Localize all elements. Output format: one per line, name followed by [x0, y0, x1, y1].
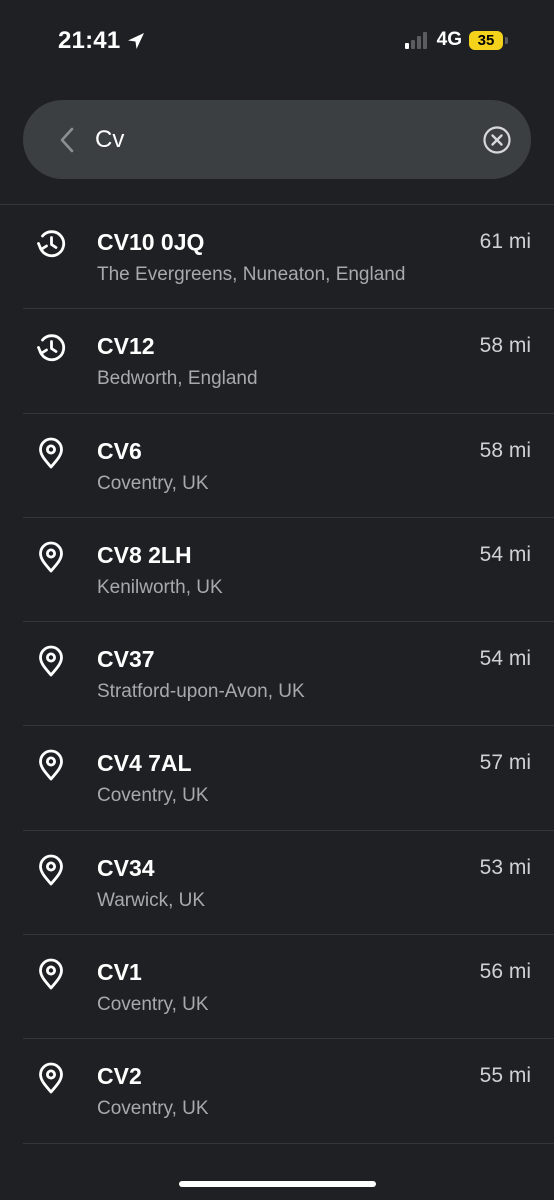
- results-list: CV10 0JQ The Evergreens, Nuneaton, Englan…: [0, 205, 554, 1144]
- location-pin-icon: [34, 853, 68, 887]
- result-row[interactable]: CV37 Stratford-upon-Avon, UK 54 mi: [0, 622, 554, 727]
- result-row[interactable]: CV4 7AL Coventry, UK 57 mi: [0, 726, 554, 831]
- status-time: 21:41: [58, 27, 146, 55]
- result-subtitle: The Evergreens, Nuneaton, England: [97, 264, 406, 285]
- result-distance: 53 mi: [479, 855, 531, 879]
- clear-search-button[interactable]: [481, 124, 513, 156]
- result-row[interactable]: CV10 0JQ The Evergreens, Nuneaton, Englan…: [0, 205, 554, 310]
- battery-tip: [505, 36, 508, 44]
- row-divider: [23, 1142, 554, 1144]
- result-title: CV12: [97, 333, 155, 360]
- result-row[interactable]: CV2 Coventry, UK 55 mi: [0, 1039, 554, 1144]
- result-distance: 54 mi: [479, 647, 531, 671]
- network-type: 4G: [436, 29, 462, 50]
- result-subtitle: Bedworth, England: [97, 368, 258, 390]
- location-pin-icon: [34, 644, 68, 678]
- location-pin-icon: [34, 540, 68, 574]
- history-icon: [34, 331, 68, 365]
- result-subtitle: Coventry, UK: [97, 785, 209, 807]
- location-pin-icon: [34, 748, 68, 782]
- result-title: CV34: [97, 854, 155, 881]
- result-distance: 55 mi: [479, 1064, 531, 1088]
- result-row[interactable]: CV6 Coventry, UK 58 mi: [0, 414, 554, 518]
- result-title: CV2: [97, 1063, 142, 1090]
- result-title: CV10 0JQ: [97, 229, 205, 255]
- result-distance: 58 mi: [479, 334, 531, 358]
- result-distance: 54 mi: [479, 542, 531, 566]
- result-subtitle: Coventry, UK: [97, 1098, 209, 1120]
- back-button[interactable]: [49, 122, 85, 158]
- result-title: CV6: [97, 437, 142, 464]
- history-icon: [34, 227, 68, 261]
- result-row[interactable]: CV34 Warwick, UK 53 mi: [0, 831, 554, 936]
- result-title: CV1: [97, 959, 142, 986]
- status-bar: 21:41 4G 35: [0, 0, 554, 84]
- result-title: CV8 2LH: [97, 541, 192, 568]
- result-subtitle: Warwick, UK: [97, 889, 206, 911]
- battery-icon: 35: [469, 30, 503, 50]
- battery-level: 35: [477, 31, 495, 49]
- result-row[interactable]: CV12 Bedworth, England 58 mi: [0, 309, 554, 414]
- search-bar: [23, 100, 531, 179]
- location-arrow-icon: [128, 33, 145, 49]
- result-subtitle: Stratford-upon-Avon, UK: [97, 681, 305, 703]
- search-input[interactable]: [95, 125, 481, 154]
- result-distance: 56 mi: [479, 960, 531, 984]
- home-indicator[interactable]: [179, 1181, 376, 1187]
- clear-circle-icon: [483, 125, 511, 154]
- location-pin-icon: [34, 436, 68, 470]
- status-indicators: 4G 35: [404, 29, 508, 51]
- result-subtitle: Coventry, UK: [97, 994, 209, 1016]
- location-pin-icon: [34, 957, 68, 991]
- clock-time: 21:41: [58, 27, 121, 54]
- result-distance: 61 mi: [479, 230, 531, 253]
- result-row[interactable]: CV8 2LH Kenilworth, UK 54 mi: [0, 518, 554, 623]
- result-distance: 57 mi: [479, 751, 531, 775]
- cellular-signal-icon: [404, 31, 429, 49]
- result-subtitle: Coventry, UK: [97, 472, 209, 494]
- chevron-left-icon: [60, 127, 74, 152]
- result-row[interactable]: CV1 Coventry, UK 56 mi: [0, 935, 554, 1040]
- result-title: CV37: [97, 646, 155, 673]
- location-pin-icon: [34, 1061, 68, 1095]
- result-distance: 58 mi: [479, 438, 531, 462]
- result-title: CV4 7AL: [97, 750, 192, 777]
- result-subtitle: Kenilworth, UK: [97, 576, 223, 598]
